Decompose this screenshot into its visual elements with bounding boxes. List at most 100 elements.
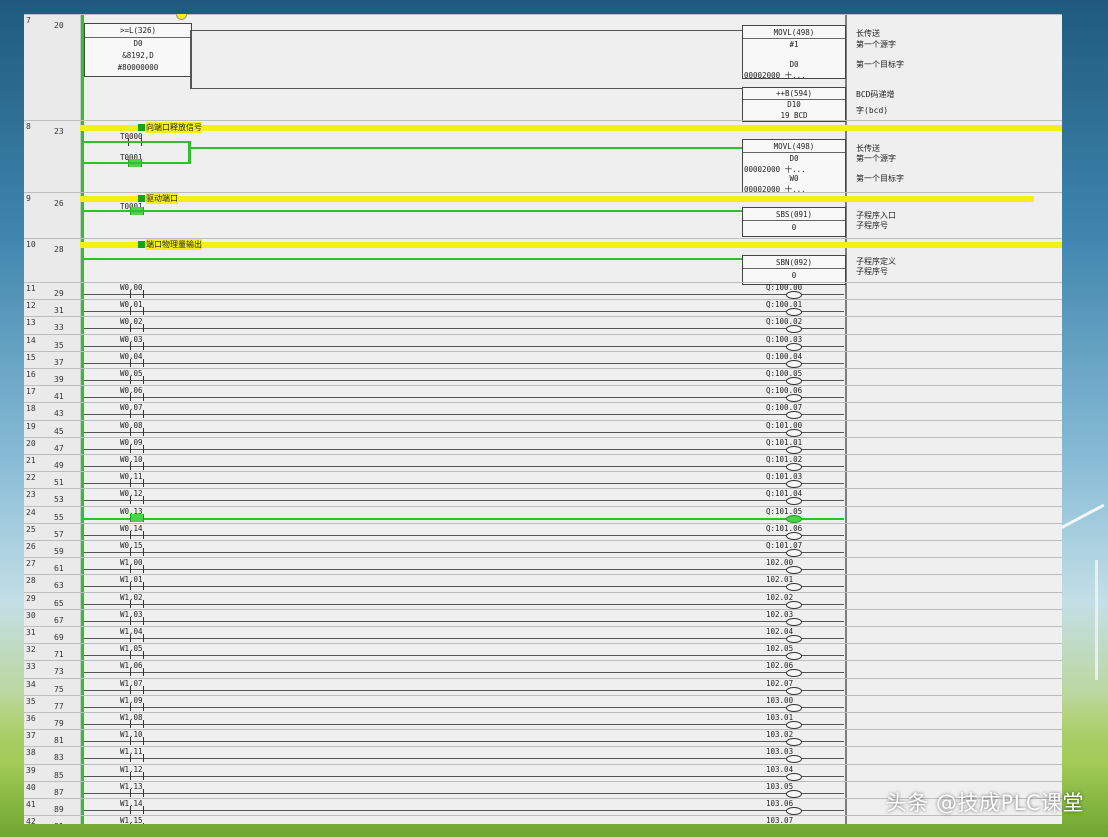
output-coil[interactable] [786, 721, 802, 729]
output-rung[interactable]: 32 71 W1.05 102.05 [24, 643, 1062, 661]
contact[interactable] [130, 582, 144, 591]
output-rung[interactable]: 28 63 W1.01 102.01 [24, 574, 1062, 592]
output-coil[interactable] [786, 308, 802, 317]
output-rung[interactable]: 35 77 W1.09 103.00 [24, 694, 1062, 713]
output-coil[interactable] [786, 635, 802, 643]
output-coil[interactable] [786, 377, 802, 385]
contact[interactable] [130, 462, 144, 470]
contact[interactable] [130, 410, 144, 419]
contact[interactable] [130, 702, 144, 711]
compare-instruction[interactable]: >=L(326) D0 &8192,D #80000000 [84, 23, 192, 77]
output-coil[interactable] [786, 772, 802, 781]
contact[interactable] [130, 444, 144, 453]
contact[interactable] [130, 290, 144, 298]
output-rung[interactable]: 21 49 W0.10 Q:101.02 [24, 454, 1062, 472]
output-rung[interactable]: 34 75 W1.07 102.07 [24, 677, 1062, 696]
contact[interactable] [130, 513, 144, 522]
contact[interactable] [130, 393, 144, 402]
output-coil[interactable] [786, 291, 802, 299]
contact[interactable] [130, 616, 144, 625]
contact[interactable] [130, 376, 144, 384]
output-rung[interactable]: 15 37 W0.04 Q:100.04 [24, 350, 1062, 369]
output-coil[interactable] [786, 617, 802, 626]
output-coil[interactable] [786, 359, 802, 368]
output-coil[interactable] [786, 411, 802, 420]
output-coil[interactable] [786, 549, 802, 557]
contact[interactable] [130, 530, 144, 539]
output-coil[interactable] [786, 686, 802, 695]
output-rung[interactable]: 18 43 W0.07 Q:100.07 [24, 402, 1062, 420]
ladder-editor[interactable]: 7 20 >=L(326) D0 &8192,D #80000000 MOVL(… [24, 14, 1062, 824]
contact[interactable] [130, 685, 144, 694]
contact[interactable] [130, 565, 144, 574]
contact[interactable] [130, 737, 144, 746]
rung-10[interactable]: 10 28 端口物理量输出 SBN(092) 0 子程序定义 子程序号 [24, 238, 1062, 285]
output-rung[interactable]: 30 67 W1.03 102.03 [24, 608, 1062, 627]
output-rung[interactable]: 17 41 W0.06 Q:100.06 [24, 385, 1062, 403]
output-rung[interactable]: 13 33 W0.02 Q:100.02 [24, 316, 1062, 334]
output-rung[interactable]: 26 59 W0.15 Q:101.07 [24, 540, 1062, 558]
contact[interactable] [130, 754, 144, 763]
output-coil[interactable] [786, 755, 802, 764]
output-rung[interactable]: 29 65 W1.02 102.02 [24, 591, 1062, 610]
contact[interactable] [130, 806, 144, 814]
output-coil[interactable] [786, 669, 802, 678]
contact[interactable] [130, 634, 144, 642]
rung-9[interactable]: 9 26 驱动端口 T0001 SBS(091) 0 子程序入口 子程序号 [24, 192, 1062, 239]
output-coil[interactable] [786, 531, 802, 540]
sbn-instruction[interactable]: SBN(092) 0 [742, 255, 846, 285]
output-coil[interactable] [786, 394, 802, 403]
contact[interactable] [130, 599, 144, 608]
output-rung[interactable]: 25 57 W0.14 Q:101.06 [24, 522, 1062, 541]
contact[interactable] [130, 651, 144, 660]
output-coil[interactable] [786, 428, 802, 437]
contact[interactable] [130, 496, 144, 505]
contact[interactable] [130, 548, 144, 556]
output-coil[interactable] [786, 789, 802, 798]
output-rung[interactable]: 11 29 W0.00 Q:100.00 [24, 282, 1062, 300]
output-rung[interactable]: 39 85 W1.12 103.04 [24, 763, 1062, 782]
output-coil[interactable] [786, 325, 802, 334]
output-coil[interactable] [786, 807, 802, 815]
output-coil[interactable] [786, 583, 802, 592]
sbs-instruction[interactable]: SBS(091) 0 [742, 207, 846, 237]
contact[interactable] [130, 720, 144, 728]
output-rung[interactable]: 37 81 W1.10 103.02 [24, 729, 1062, 747]
contact[interactable] [130, 668, 144, 677]
rung-7[interactable]: 7 20 >=L(326) D0 &8192,D #80000000 MOVL(… [24, 14, 1062, 122]
output-coil[interactable] [786, 600, 802, 609]
contact[interactable] [130, 788, 144, 797]
output-rung[interactable]: 22 51 W0.11 Q:101.03 [24, 471, 1062, 489]
output-coil[interactable] [786, 497, 802, 506]
output-rung[interactable]: 19 45 W0.08 Q:101.00 [24, 419, 1062, 438]
output-rung[interactable]: 27 61 W1.00 102.00 [24, 557, 1062, 575]
output-coil[interactable] [786, 463, 802, 471]
output-rung[interactable]: 31 69 W1.04 102.04 [24, 626, 1062, 644]
movl-instruction[interactable]: MOVL(498) #1 D0 00002000 十... [742, 25, 846, 80]
contact[interactable] [130, 358, 144, 367]
output-rung[interactable]: 33 73 W1.06 102.06 [24, 660, 1062, 678]
contact[interactable] [130, 307, 144, 316]
output-rung[interactable]: 14 35 W0.03 Q:100.03 [24, 333, 1062, 352]
bcd-increment-instruction[interactable]: ++B(594) D10 19 BCD [742, 87, 846, 122]
output-coil[interactable] [786, 566, 802, 575]
contact[interactable] [130, 324, 144, 333]
contact[interactable] [130, 823, 144, 824]
rung-8[interactable]: 8 23 向端口释放信号 T0000 T0001 MOVL(498) D0 00… [24, 120, 1062, 194]
output-rung[interactable]: 36 79 W1.08 103.01 [24, 712, 1062, 730]
output-coil[interactable] [786, 703, 802, 712]
contact[interactable] [130, 771, 144, 780]
output-rung[interactable]: 38 83 W1.11 103.03 [24, 746, 1062, 764]
output-rung[interactable]: 12 31 W0.01 Q:100.01 [24, 299, 1062, 317]
contact[interactable] [130, 479, 144, 488]
output-coil[interactable] [786, 652, 802, 661]
movl-instruction[interactable]: MOVL(498) D0 00002000 十... W0 00002000 十… [742, 139, 846, 194]
output-coil[interactable] [786, 738, 802, 747]
output-coil[interactable] [786, 480, 802, 489]
output-rung[interactable]: 24 55 W0.13 Q:101.05 [24, 505, 1062, 524]
output-coil[interactable] [786, 514, 802, 523]
output-rung[interactable]: 23 53 W0.12 Q:101.04 [24, 488, 1062, 506]
output-coil[interactable] [786, 342, 802, 351]
contact[interactable] [130, 427, 144, 436]
contact[interactable] [130, 341, 144, 350]
